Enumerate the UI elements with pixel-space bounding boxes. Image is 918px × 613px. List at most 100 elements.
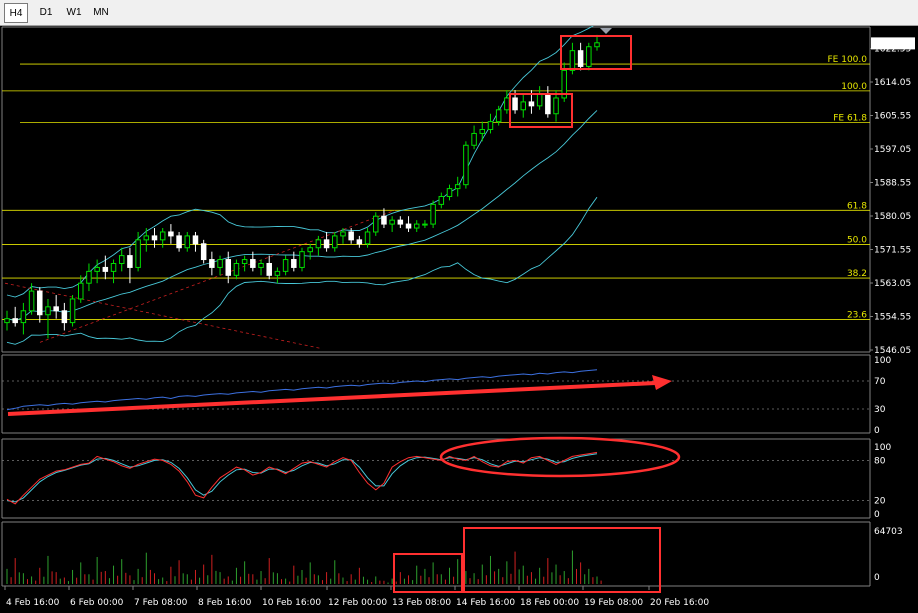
candle-body bbox=[241, 259, 248, 264]
candle-body bbox=[118, 255, 125, 264]
candle-body bbox=[479, 128, 486, 134]
candle-body bbox=[307, 247, 313, 253]
candle-body bbox=[512, 97, 518, 111]
candle-body bbox=[520, 101, 527, 111]
candle-body bbox=[110, 262, 117, 272]
stochastic-tick-label: 20 bbox=[874, 497, 886, 507]
candle-body bbox=[430, 203, 436, 225]
price-tick-label: 1563.05 bbox=[874, 279, 911, 289]
fib-level-label: 100.0 bbox=[841, 82, 867, 92]
candle-body bbox=[192, 235, 199, 245]
fib-level-label: 50.0 bbox=[847, 236, 867, 246]
candle-body bbox=[364, 231, 371, 245]
candle-body bbox=[332, 235, 338, 249]
candle-body bbox=[495, 109, 502, 123]
fib-level-label: 61.8 bbox=[847, 201, 867, 211]
candle-body bbox=[12, 318, 18, 324]
time-tick-label: 18 Feb 00:00 bbox=[520, 598, 579, 608]
candle-body bbox=[86, 270, 92, 284]
indicator1-tick-label: 0 bbox=[874, 426, 880, 436]
time-tick-label: 12 Feb 00:00 bbox=[328, 598, 387, 608]
candle-body bbox=[69, 298, 76, 324]
candle-body bbox=[217, 259, 223, 268]
candle-body bbox=[225, 259, 232, 276]
candle-body bbox=[372, 215, 379, 233]
candle-body bbox=[258, 262, 264, 268]
time-tick-label: 8 Feb 16:00 bbox=[198, 598, 252, 608]
timeframe-toolbar: H4 D1 W1 MN bbox=[0, 0, 918, 26]
fib-level-label: FE 100.0 bbox=[828, 55, 868, 65]
candle-body bbox=[176, 235, 182, 249]
candle-body bbox=[446, 188, 453, 197]
candle-body bbox=[528, 101, 535, 107]
volume-max-label: 64703 bbox=[874, 527, 903, 537]
timeframe-d1-button[interactable]: D1 bbox=[34, 3, 58, 23]
candle-body bbox=[340, 231, 346, 237]
price-tick-label: 1580.05 bbox=[874, 212, 911, 222]
candle-body bbox=[77, 282, 84, 300]
candle-body bbox=[545, 93, 551, 115]
candle-body bbox=[438, 195, 445, 205]
candle-body bbox=[282, 259, 289, 272]
candle-body bbox=[53, 306, 59, 312]
time-tick-label: 4 Feb 16:00 bbox=[6, 598, 60, 608]
candle-body bbox=[389, 219, 395, 225]
candle-body bbox=[454, 184, 461, 190]
candle-body bbox=[102, 266, 109, 272]
candle-body bbox=[233, 262, 240, 276]
price-tick-label: 1614.05 bbox=[874, 78, 911, 88]
time-tick-label: 6 Feb 00:00 bbox=[70, 598, 124, 608]
price-tick-label: 1588.55 bbox=[874, 179, 911, 189]
time-tick-label: 14 Feb 16:00 bbox=[456, 598, 515, 608]
candle-body bbox=[299, 251, 305, 268]
time-tick-label: 13 Feb 08:00 bbox=[392, 598, 451, 608]
candle-body bbox=[20, 310, 27, 324]
candle-body bbox=[45, 306, 51, 316]
current-price-label: 1623.85 bbox=[874, 39, 911, 49]
timeframe-mn-button[interactable]: MN bbox=[90, 3, 112, 23]
candle-body bbox=[159, 231, 166, 241]
candle-body bbox=[200, 243, 207, 261]
candle-body bbox=[569, 50, 576, 71]
candle-body bbox=[61, 310, 68, 324]
candle-body bbox=[536, 93, 543, 107]
candle-body bbox=[168, 231, 174, 237]
candle-body bbox=[209, 259, 215, 268]
candle-body bbox=[381, 215, 387, 225]
candle-body bbox=[274, 270, 281, 276]
fib-level-label: 23.6 bbox=[847, 310, 867, 320]
time-tick-label: 10 Feb 16:00 bbox=[262, 598, 321, 608]
time-tick-label: 19 Feb 08:00 bbox=[584, 598, 643, 608]
candle-body bbox=[553, 97, 559, 115]
candle-body bbox=[37, 290, 43, 316]
indicator1-tick-label: 30 bbox=[874, 405, 886, 415]
candle-body bbox=[4, 318, 10, 324]
price-tick-label: 1546.05 bbox=[874, 346, 911, 356]
candle-body bbox=[463, 144, 469, 186]
time-tick-label: 20 Feb 16:00 bbox=[650, 598, 709, 608]
timeframe-h4-button[interactable]: H4 bbox=[4, 3, 28, 23]
price-tick-label: 1605.55 bbox=[874, 112, 911, 122]
stochastic-tick-label: 80 bbox=[874, 456, 886, 466]
chart-canvas[interactable]: 1546.05 1554.55 1563.05 1571.55 1580.05 1588.… bbox=[0, 26, 918, 613]
volume-zero-label: 0 bbox=[874, 573, 880, 583]
candle-body bbox=[348, 231, 354, 241]
indicator1-tick-label: 100 bbox=[874, 356, 891, 366]
timeframe-w1-button[interactable]: W1 bbox=[63, 3, 85, 23]
candle-body bbox=[487, 121, 494, 130]
candle-body bbox=[504, 97, 510, 111]
candle-body bbox=[266, 262, 272, 276]
candle-body bbox=[422, 223, 428, 226]
candle-body bbox=[184, 235, 191, 249]
candle-body bbox=[135, 239, 141, 268]
candle-body bbox=[586, 46, 592, 67]
candle-body bbox=[397, 219, 404, 225]
candle-body bbox=[28, 290, 35, 312]
candle-body bbox=[291, 259, 297, 268]
candle-body bbox=[413, 223, 420, 229]
stochastic-tick-label: 0 bbox=[874, 510, 880, 520]
fib-level-label: FE 61.8 bbox=[833, 113, 867, 123]
price-tick-label: 1554.55 bbox=[874, 313, 911, 323]
time-tick-label: 7 Feb 08:00 bbox=[134, 598, 188, 608]
candle-body bbox=[94, 266, 100, 272]
